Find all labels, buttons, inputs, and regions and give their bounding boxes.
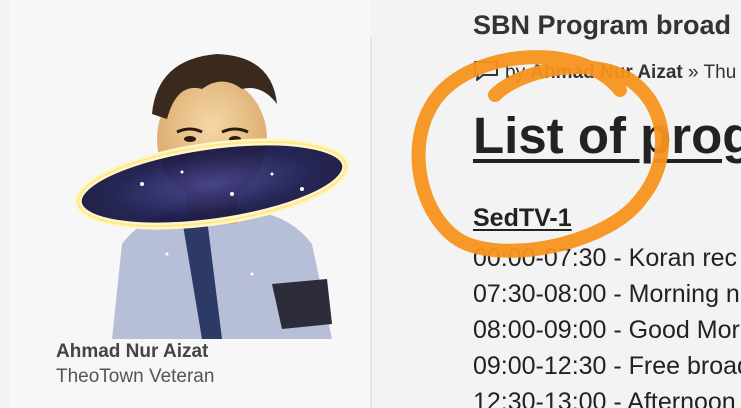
author-name[interactable]: Ahmad Nur Aizat bbox=[56, 341, 208, 363]
schedule-item: 08:00-09:00 - Good Mor bbox=[473, 316, 740, 344]
meta-author-link[interactable]: Ahmad Nur Aizat bbox=[530, 62, 682, 83]
post-panel: SBN Program broad by Ahmad Nur Aizat » T… bbox=[372, 0, 741, 408]
post-heading: List of prog bbox=[473, 107, 741, 164]
schedule-list: 00:00-07:30 - Koran rec 07:30-08:00 - Mo… bbox=[473, 240, 741, 408]
schedule-item: 07:30-08:00 - Morning n bbox=[473, 280, 740, 308]
speech-bubble-icon bbox=[474, 61, 498, 81]
meta-date: » Thu bbox=[688, 62, 737, 83]
meta-by: by bbox=[505, 62, 526, 83]
author-avatar[interactable] bbox=[72, 44, 352, 339]
author-rank: TheoTown Veteran bbox=[56, 366, 215, 387]
thread-title[interactable]: SBN Program broad bbox=[473, 10, 731, 41]
post-meta: by Ahmad Nur Aizat » Thu bbox=[473, 60, 736, 84]
schedule-item: 12:30-13:00 - Afternoon bbox=[473, 388, 736, 408]
channel-heading: SedTV-1 bbox=[473, 204, 572, 232]
author-panel: Ahmad Nur Aizat TheoTown Veteran bbox=[10, 0, 370, 408]
schedule-item: 09:00-12:30 - Free broad bbox=[473, 352, 741, 380]
schedule-item: 00:00-07:30 - Koran rec bbox=[473, 244, 738, 272]
